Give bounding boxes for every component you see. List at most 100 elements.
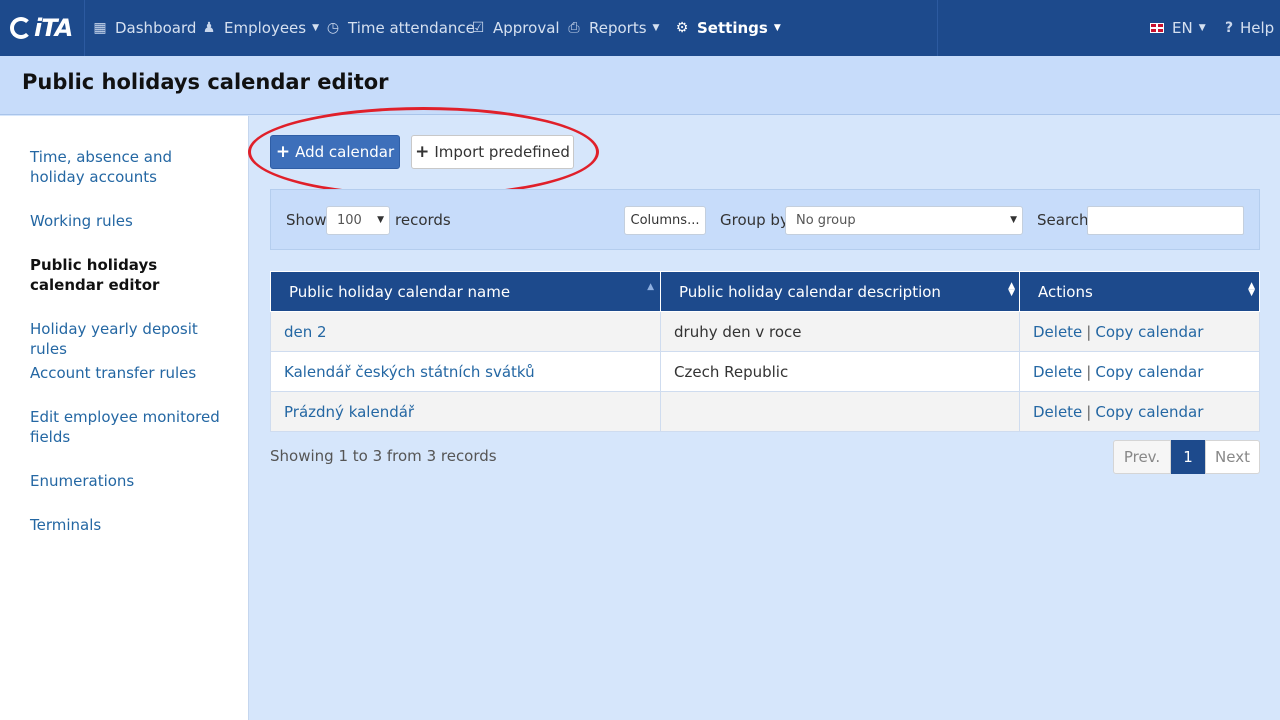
nav-reports[interactable]: ⎙ Reports ▼ — [566, 0, 659, 56]
chevron-down-icon: ▼ — [773, 23, 781, 33]
top-navbar: iTA ▦ Dashboard ♟ Employees ▼ ◷ Time att… — [0, 0, 1280, 56]
chevron-down-icon: ▼ — [312, 23, 320, 33]
calendar-name-link[interactable]: Kalendář českých státních svátků — [284, 363, 535, 381]
nav-approval[interactable]: ☑ Approval — [470, 0, 560, 56]
sidebar-item-public-holidays[interactable]: Public holidays calendar editor — [30, 255, 230, 295]
copy-calendar-link[interactable]: Copy calendar — [1095, 363, 1203, 381]
calendar-name-cell: Prázdný kalendář — [270, 391, 661, 432]
search-label: Search — [1037, 211, 1089, 229]
navbar-divider — [937, 0, 938, 56]
column-header-name[interactable]: Public holiday calendar name ▲ — [270, 271, 661, 312]
printer-icon: ⎙ — [568, 20, 580, 36]
group-by-label: Group by — [720, 211, 789, 229]
page-1-button[interactable]: 1 — [1171, 440, 1205, 474]
import-predefined-label: Import predefined — [434, 143, 570, 161]
chevron-down-icon: ▼ — [652, 23, 660, 33]
actions-cell: Delete | Copy calendar — [1019, 391, 1260, 432]
sidebar-item-account-transfer-rules[interactable]: Account transfer rules — [30, 363, 230, 383]
sidebar-item-enumerations[interactable]: Enumerations — [30, 471, 230, 491]
copy-calendar-link[interactable]: Copy calendar — [1095, 323, 1203, 341]
sort-icon: ▲ ▼ — [1248, 281, 1255, 298]
records-info: Showing 1 to 3 from 3 records — [270, 447, 497, 465]
actions-cell: Delete | Copy calendar — [1019, 351, 1260, 392]
language-selector[interactable]: EN ▼ — [1150, 0, 1206, 56]
plus-icon: + — [415, 142, 430, 162]
action-separator: | — [1086, 362, 1092, 381]
column-header-name-label: Public holiday calendar name — [289, 282, 511, 301]
next-page-button[interactable]: Next — [1205, 440, 1260, 474]
column-header-description[interactable]: Public holiday calendar description ▲ ▼ — [660, 271, 1020, 312]
calendar-description-cell — [660, 391, 1020, 432]
records-label: records — [395, 211, 451, 229]
import-predefined-button[interactable]: + Import predefined — [411, 135, 574, 169]
delete-link[interactable]: Delete — [1033, 363, 1082, 381]
delete-link[interactable]: Delete — [1033, 323, 1082, 341]
check-icon: ☑ — [471, 20, 485, 36]
nav-settings-label: Settings — [697, 19, 768, 37]
copy-calendar-link[interactable]: Copy calendar — [1095, 403, 1203, 421]
table-row: Kalendář českých státních svátků Czech R… — [270, 351, 1260, 392]
columns-button[interactable]: Columns... — [624, 206, 706, 235]
column-header-description-label: Public holiday calendar description — [679, 282, 941, 301]
uk-flag-icon — [1150, 23, 1164, 33]
add-calendar-button[interactable]: + Add calendar — [270, 135, 400, 169]
sidebar-item-terminals[interactable]: Terminals — [30, 515, 230, 535]
chevron-down-icon: ▼ — [1010, 215, 1017, 225]
help-label: Help — [1240, 19, 1275, 37]
sort-icon: ▲ ▼ — [1008, 281, 1015, 298]
sidebar-item-holiday-deposit-rules[interactable]: Holiday yearly deposit rules — [30, 319, 230, 359]
chevron-down-icon: ▼ — [1198, 23, 1206, 33]
calendar-name-link[interactable]: den 2 — [284, 323, 327, 341]
table-toolbar: Show 100 ▼ records Columns... Group by N… — [270, 189, 1260, 250]
plus-icon: + — [275, 142, 291, 162]
gear-icon: ⚙ — [675, 20, 689, 36]
records-per-page-value: 100 — [337, 213, 362, 228]
nav-employees-label: Employees — [224, 19, 307, 37]
action-separator: | — [1086, 402, 1092, 421]
settings-sidebar: Time, absence and holiday accounts Worki… — [0, 116, 249, 720]
prev-page-button[interactable]: Prev. — [1113, 440, 1171, 474]
sort-asc-icon: ▲ — [647, 282, 654, 292]
actions-cell: Delete | Copy calendar — [1019, 311, 1260, 352]
calendar-name-cell: den 2 — [270, 311, 661, 352]
nav-reports-label: Reports — [589, 19, 647, 37]
nav-time-attendance[interactable]: ◷ Time attendance — [325, 0, 475, 56]
add-calendar-label: Add calendar — [295, 143, 395, 161]
search-input[interactable] — [1087, 206, 1244, 235]
calendar-description-cell: Czech Republic — [660, 351, 1020, 392]
records-per-page-select[interactable]: 100 ▼ — [326, 206, 390, 235]
chevron-down-icon: ▼ — [377, 215, 384, 225]
pagination: Prev. 1 Next — [1113, 440, 1260, 474]
logo-ring-icon — [10, 17, 32, 39]
page-title: Public holidays calendar editor — [22, 70, 389, 94]
calendar-name-link[interactable]: Prázdný kalendář — [284, 403, 414, 421]
question-icon: ? — [1224, 20, 1234, 36]
nav-dashboard[interactable]: ▦ Dashboard — [92, 0, 196, 56]
user-icon: ♟ — [202, 20, 216, 36]
sidebar-item-working-rules[interactable]: Working rules — [30, 211, 230, 231]
help-link[interactable]: ? Help — [1224, 0, 1274, 56]
calendar-name-cell: Kalendář českých státních svátků — [270, 351, 661, 392]
delete-link[interactable]: Delete — [1033, 403, 1082, 421]
column-header-actions[interactable]: Actions ▲ ▼ — [1019, 271, 1260, 312]
action-separator: | — [1086, 322, 1092, 341]
column-header-actions-label: Actions — [1038, 282, 1093, 301]
page-header: Public holidays calendar editor — [0, 56, 1280, 115]
grid-icon: ▦ — [93, 20, 107, 36]
nav-approval-label: Approval — [493, 19, 560, 37]
show-label: Show — [286, 211, 327, 229]
nav-employees[interactable]: ♟ Employees ▼ — [201, 0, 319, 56]
nav-time-attendance-label: Time attendance — [348, 19, 475, 37]
table-row: Prázdný kalendář Delete | Copy calendar — [270, 391, 1260, 432]
logo-divider — [84, 0, 85, 56]
calendar-description-cell: druhy den v roce — [660, 311, 1020, 352]
logo-text: iTA — [34, 14, 73, 42]
nav-settings[interactable]: ⚙ Settings ▼ — [674, 0, 781, 56]
table-row: den 2 druhy den v roce Delete | Copy calen… — [270, 311, 1260, 352]
group-by-value: No group — [796, 213, 856, 228]
sidebar-item-accounts[interactable]: Time, absence and holiday accounts — [30, 147, 230, 187]
ita-logo[interactable]: iTA — [10, 14, 73, 42]
sidebar-item-monitored-fields[interactable]: Edit employee monitored fields — [30, 407, 230, 447]
language-label: EN — [1172, 19, 1193, 37]
group-by-select[interactable]: No group ▼ — [785, 206, 1023, 235]
